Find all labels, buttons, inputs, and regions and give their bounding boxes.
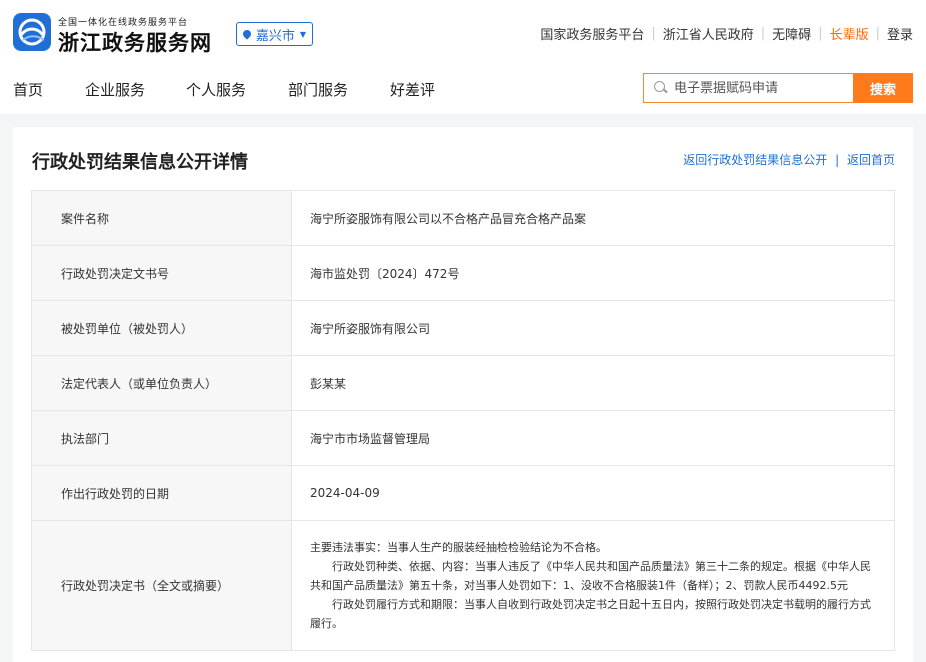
- field-label: 行政处罚决定书（全文或摘要）: [31, 520, 292, 651]
- search-box: [643, 73, 853, 103]
- field-label: 法定代表人（或单位负责人）: [31, 355, 292, 411]
- field-value: 海市监处罚〔2024〕472号: [291, 245, 895, 301]
- city-label: 嘉兴市: [255, 28, 295, 44]
- penalty-performance: 行政处罚履行方式和期限：当事人自收到行政处罚决定书之日起十五日内，按照行政处罚决…: [310, 598, 871, 630]
- top-links: 国家政务服务平台 | 浙江省人民政府 | 无障碍 | 长辈版 | 登录: [540, 24, 913, 43]
- field-label: 被处罚单位（被处罚人）: [31, 300, 292, 356]
- link-national-platform[interactable]: 国家政务服务平台: [540, 24, 644, 43]
- search-button[interactable]: 搜索: [853, 73, 913, 103]
- field-value: 海宁市市场监督管理局: [291, 410, 895, 466]
- table-row: 被处罚单位（被处罚人） 海宁所姿服饰有限公司: [31, 300, 895, 356]
- divider: |: [760, 26, 766, 41]
- table-row: 作出行政处罚的日期 2024-04-09: [31, 465, 895, 521]
- page-links: 返回行政处罚结果信息公开 | 返回首页: [683, 151, 895, 168]
- caret-down-icon: ▼: [299, 29, 307, 39]
- link-login[interactable]: 登录: [887, 24, 913, 43]
- back-to-list-link[interactable]: 返回行政处罚结果信息公开: [683, 153, 827, 167]
- nav-home[interactable]: 首页: [13, 79, 43, 100]
- link-accessibility[interactable]: 无障碍: [772, 24, 811, 43]
- field-value: 海宁所姿服饰有限公司以不合格产品冒充合格产品案: [291, 190, 895, 246]
- field-label: 行政处罚决定文书号: [31, 245, 292, 301]
- field-label: 执法部门: [31, 410, 292, 466]
- nav-rating[interactable]: 好差评: [390, 79, 435, 100]
- nav-personal-services[interactable]: 个人服务: [186, 79, 246, 100]
- divider: |: [651, 26, 656, 41]
- field-value: 2024-04-09: [291, 465, 895, 521]
- link-elderly-mode[interactable]: 长辈版: [830, 24, 869, 43]
- site-header: 全国一体化在线政务服务平台 浙江政务服务网 嘉兴市 ▼ 国家政务服务平台 | 浙…: [0, 0, 926, 66]
- search-input[interactable]: [674, 80, 844, 96]
- city-selector[interactable]: 嘉兴市 ▼: [236, 22, 313, 46]
- search-icon: [654, 81, 668, 95]
- link-zhejiang-government[interactable]: 浙江省人民政府: [663, 24, 754, 43]
- violation-facts: 主要违法事实：当事人生产的服装经抽检检验结论为不合格。: [310, 541, 607, 554]
- nav-department-services[interactable]: 部门服务: [288, 79, 348, 100]
- table-row: 案件名称 海宁所姿服饰有限公司以不合格产品冒充合格产品案: [31, 190, 895, 246]
- location-pin-icon: [241, 28, 253, 40]
- field-label: 案件名称: [31, 190, 292, 246]
- nav-enterprise-services[interactable]: 企业服务: [85, 79, 145, 100]
- decision-summary: 主要违法事实：当事人生产的服装经抽检检验结论为不合格。 行政处罚种类、依据、内容…: [291, 520, 895, 651]
- page-title: 行政处罚结果信息公开详情: [32, 152, 248, 173]
- table-row: 行政处罚决定书（全文或摘要） 主要违法事实：当事人生产的服装经抽检检验结论为不合…: [31, 520, 895, 651]
- detail-panel: 行政处罚结果信息公开详情 返回行政处罚结果信息公开 | 返回首页 案件名称 海宁…: [13, 127, 913, 662]
- back-home-link[interactable]: 返回首页: [847, 153, 895, 167]
- table-row: 行政处罚决定文书号 海市监处罚〔2024〕472号: [31, 245, 895, 301]
- field-value: 彭某某: [291, 355, 895, 411]
- penalty-detail-table: 案件名称 海宁所姿服饰有限公司以不合格产品冒充合格产品案 行政处罚决定文书号 海…: [31, 190, 895, 651]
- table-row: 法定代表人（或单位负责人） 彭某某: [31, 355, 895, 411]
- divider: |: [875, 26, 880, 41]
- field-value: 海宁所姿服饰有限公司: [291, 300, 895, 356]
- divider: |: [818, 26, 823, 41]
- field-label: 作出行政处罚的日期: [31, 465, 292, 521]
- penalty-content: 行政处罚种类、依据、内容：当事人违反了《中华人民共和国产品质量法》第三十二条的规…: [310, 560, 871, 592]
- site-logo-icon[interactable]: [13, 13, 51, 51]
- table-row: 执法部门 海宁市市场监督管理局: [31, 410, 895, 466]
- logo-title[interactable]: 浙江政务服务网: [58, 27, 212, 57]
- divider: |: [835, 153, 840, 167]
